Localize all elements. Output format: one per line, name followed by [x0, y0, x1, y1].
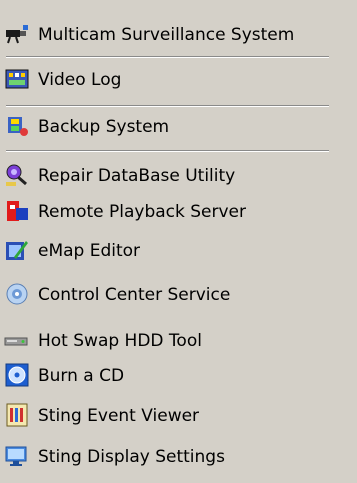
menu-item-label: Video Log: [38, 69, 122, 90]
hdd-tool-icon: [4, 327, 30, 353]
remote-playback-icon: [4, 198, 30, 224]
display-settings-icon: [4, 443, 30, 469]
emap-editor-icon: [4, 237, 30, 263]
menu-item-label: Sting Event Viewer: [38, 405, 200, 426]
backup-icon: [4, 113, 30, 139]
burn-cd-icon: [4, 362, 30, 388]
menu-item-repair-database-utility[interactable]: Repair DataBase Utility: [4, 157, 235, 193]
menu-item-remote-playback-server[interactable]: Remote Playback Server: [4, 193, 246, 229]
menu-separator: [6, 56, 329, 58]
menu-item-label: Burn a CD: [38, 365, 125, 386]
menu-item-multicam-surveillance-system[interactable]: Multicam Surveillance System: [4, 16, 294, 52]
menu-item-sting-event-viewer[interactable]: Sting Event Viewer: [4, 397, 199, 433]
menu-item-label: Sting Display Settings: [38, 446, 225, 467]
start-menu-program-list: Multicam Surveillance System Video Log B…: [0, 0, 357, 483]
menu-item-hot-swap-hdd-tool[interactable]: Hot Swap HDD Tool: [4, 322, 202, 358]
menu-item-label: Backup System: [38, 116, 170, 137]
surveillance-camera-icon: [4, 21, 30, 47]
repair-database-icon: [4, 162, 30, 188]
menu-item-label: eMap Editor: [38, 240, 141, 261]
video-log-icon: [4, 66, 30, 92]
menu-item-backup-system[interactable]: Backup System: [4, 108, 169, 144]
menu-item-label: Control Center Service: [38, 284, 231, 305]
menu-item-label: Hot Swap HDD Tool: [38, 330, 202, 351]
menu-item-label: Multicam Surveillance System: [38, 24, 295, 45]
menu-item-video-log[interactable]: Video Log: [4, 61, 121, 97]
menu-separator: [6, 150, 329, 152]
menu-item-sting-display-settings[interactable]: Sting Display Settings: [4, 438, 225, 474]
menu-item-control-center-service[interactable]: Control Center Service: [4, 276, 230, 312]
event-viewer-icon: [4, 402, 30, 428]
menu-item-label: Repair DataBase Utility: [38, 165, 236, 186]
menu-item-burn-a-cd[interactable]: Burn a CD: [4, 357, 124, 393]
menu-separator: [6, 105, 329, 107]
control-center-icon: [4, 281, 30, 307]
menu-item-emap-editor[interactable]: eMap Editor: [4, 232, 140, 268]
menu-item-label: Remote Playback Server: [38, 201, 247, 222]
